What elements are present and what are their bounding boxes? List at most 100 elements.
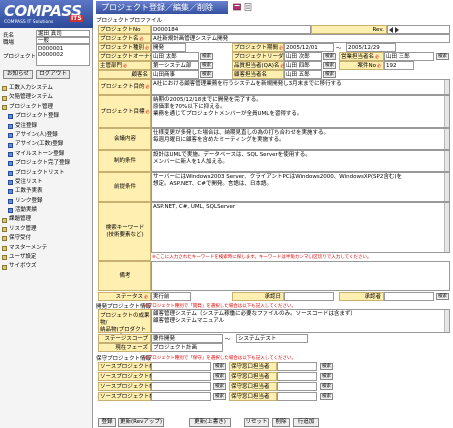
nav-item[interactable]: 受注登録 — [2, 122, 90, 131]
owner-field[interactable]: 山田 太郎 — [151, 52, 199, 61]
sales-field[interactable]: 山田 三郎 — [384, 52, 434, 61]
folder-icon — [2, 86, 7, 92]
add-row-button[interactable]: 行追加 — [293, 418, 319, 427]
scrollbar[interactable] — [444, 129, 449, 149]
nav-item[interactable]: アサイン(人)登録 — [2, 131, 90, 140]
dept-search-button[interactable]: 検索 — [200, 62, 213, 69]
scrollbar[interactable] — [444, 96, 449, 127]
book-icon[interactable] — [233, 3, 241, 11]
case-no-field[interactable]: 192 — [384, 61, 414, 70]
approve-date-field[interactable] — [284, 292, 334, 301]
client-rep-search-button[interactable]: 検索 — [323, 71, 336, 78]
constraint-textarea[interactable]: 設計はUMLで実施。データベースは、SQL Serverを使用する。 メンバーに… — [151, 150, 450, 172]
nav-item[interactable]: 課題管理 — [2, 215, 90, 224]
owner-search-button[interactable]: 検索 — [200, 53, 213, 60]
maint-rep-search-button[interactable]: 検索 — [320, 373, 333, 380]
update-overwrite-button[interactable]: 更新(上書き) — [189, 418, 231, 427]
source-project-field[interactable] — [151, 372, 211, 381]
nav-item[interactable]: 工数予実表 — [2, 187, 90, 196]
nav-item[interactable]: リスク管理 — [2, 225, 90, 234]
purpose-textarea[interactable]: A社における顧客管理業務を行うシステムを新規開発し3月末までに移行する — [151, 79, 450, 95]
source-project-field[interactable] — [151, 362, 211, 371]
nav-item[interactable]: リンク登録 — [2, 197, 90, 206]
register-button[interactable]: 登録 — [98, 418, 116, 427]
meeting-textarea[interactable]: 仕様変更が多発した場合は、納期見直しの為の打ち合わせを実施する。 毎週月曜日に顧… — [151, 128, 450, 150]
scrollbar[interactable] — [444, 203, 449, 252]
qa-field[interactable]: 山田 四郎 — [284, 61, 322, 70]
update-rev-button[interactable]: 更新(Revアップ) — [118, 418, 164, 427]
leader-field[interactable]: 山田 次郎 — [284, 52, 322, 61]
delete-button[interactable]: 削除 — [272, 418, 290, 427]
maint-rep-search-button[interactable]: 検索 — [320, 383, 333, 390]
maint-rep-field[interactable] — [277, 372, 317, 381]
nav-item[interactable]: プロジェクト管理 — [2, 103, 90, 112]
nav-item[interactable]: 欠陥管理システム — [2, 93, 90, 102]
nav-item[interactable]: サイボウズ — [2, 262, 90, 271]
nav-item[interactable]: マイルストーン登録 — [2, 150, 90, 159]
nav-item[interactable]: アサイン(工数)登録 — [2, 140, 90, 149]
keyword-textarea[interactable]: ASP.NET, C#, UML, SQLServer — [151, 202, 450, 253]
sales-search-button[interactable]: 検索 — [436, 53, 449, 60]
nav-item[interactable]: 受注リスト — [2, 178, 90, 187]
approver-field[interactable] — [384, 292, 434, 301]
maint-rep-search-button[interactable]: 検索 — [320, 363, 333, 370]
rev-arrows-icon[interactable] — [389, 27, 399, 33]
phase-select[interactable]: プロジェクト計画 — [151, 343, 223, 352]
maint-rep-field[interactable] — [277, 382, 317, 391]
logout-button[interactable]: ログアウト — [36, 70, 70, 79]
source-search-button[interactable]: 検索 — [213, 393, 226, 400]
source-project-field[interactable] — [151, 382, 211, 391]
reset-button[interactable]: リセット — [244, 418, 269, 427]
source-project-field[interactable] — [151, 392, 211, 401]
nav-item[interactable]: 保守受付 — [2, 234, 90, 243]
nav-item[interactable]: プロジェクトリスト — [2, 169, 90, 178]
nav-item-label: ユーザ設定 — [9, 254, 37, 261]
stage-to-select[interactable]: システムテスト — [236, 334, 308, 343]
scrollbar[interactable] — [444, 151, 449, 171]
maint-rep-search-button[interactable]: 検索 — [320, 393, 333, 400]
notice-button[interactable]: お知らせ — [3, 70, 33, 79]
nav-item[interactable]: 活動実績 — [2, 206, 90, 215]
category-select[interactable]: 開発 — [151, 43, 186, 52]
qa-search-button[interactable]: 検索 — [323, 62, 336, 69]
page-icon — [8, 114, 13, 120]
nav-item-label: 課題管理 — [9, 216, 32, 223]
project-name-field[interactable]: A社新規計画管理システム開発 — [151, 34, 450, 43]
remarks-textarea[interactable] — [151, 261, 450, 291]
scrollbar[interactable] — [444, 173, 449, 201]
maint-rep-label: 保守窓口担当者 — [229, 382, 277, 391]
period-from-field[interactable]: 2005/12/01 — [284, 43, 334, 52]
stage-from-select[interactable]: 要件開発 — [151, 334, 223, 343]
nav-item[interactable]: プロジェクト登録 — [2, 112, 90, 121]
period-to-field[interactable]: 2005/12/29 — [346, 43, 396, 52]
folder-icon — [2, 255, 7, 261]
project-listbox[interactable]: D000001 D000002 — [36, 44, 90, 66]
scrollbar[interactable] — [444, 310, 449, 332]
document-icon[interactable] — [244, 3, 252, 11]
nav-item[interactable]: プロジェクト完了登録 — [2, 159, 90, 168]
project-no-field[interactable]: D000184 — [151, 25, 311, 34]
nav-item[interactable]: マスターメンテ — [2, 244, 90, 253]
source-search-button[interactable]: 検索 — [213, 383, 226, 390]
client-rep-field[interactable]: 山田 五郎 — [284, 70, 322, 79]
source-search-button[interactable]: 検索 — [213, 363, 226, 370]
dept-select[interactable]: 第一システム部 — [151, 61, 199, 70]
scope-textarea[interactable]: 顧客管理システム（システム稼働に必要なファイルのみ。ソースコードは含まず） 顧客… — [151, 309, 450, 333]
maint-rep-field[interactable] — [277, 362, 317, 371]
client-field[interactable]: 山田商事 — [151, 70, 199, 79]
project-list-item[interactable]: D000002 — [38, 52, 88, 58]
nav-item[interactable]: ユーザ設定 — [2, 253, 90, 262]
approver-search-button[interactable]: 検索 — [436, 293, 449, 300]
client-search-button[interactable]: 検索 — [200, 71, 213, 78]
source-search-button[interactable]: 検索 — [213, 373, 226, 380]
scrollbar[interactable] — [444, 80, 449, 94]
rev-field[interactable] — [387, 25, 450, 34]
premise-textarea[interactable]: サーバーにはWindows2003 Server、クライアントPCはWindow… — [151, 172, 450, 202]
status-select[interactable]: 実行前 — [151, 292, 191, 301]
nav-item-label: プロジェクト登録 — [15, 113, 60, 120]
maint-rep-field[interactable] — [277, 392, 317, 401]
leader-search-button[interactable]: 検索 — [323, 53, 336, 60]
goal-textarea[interactable]: 納期の2005/12/18までに開発を完了する。 原価率を70%以下に抑える。 … — [151, 95, 450, 128]
nav-item[interactable]: 工数入力システム — [2, 84, 90, 93]
folder-icon — [2, 264, 7, 270]
